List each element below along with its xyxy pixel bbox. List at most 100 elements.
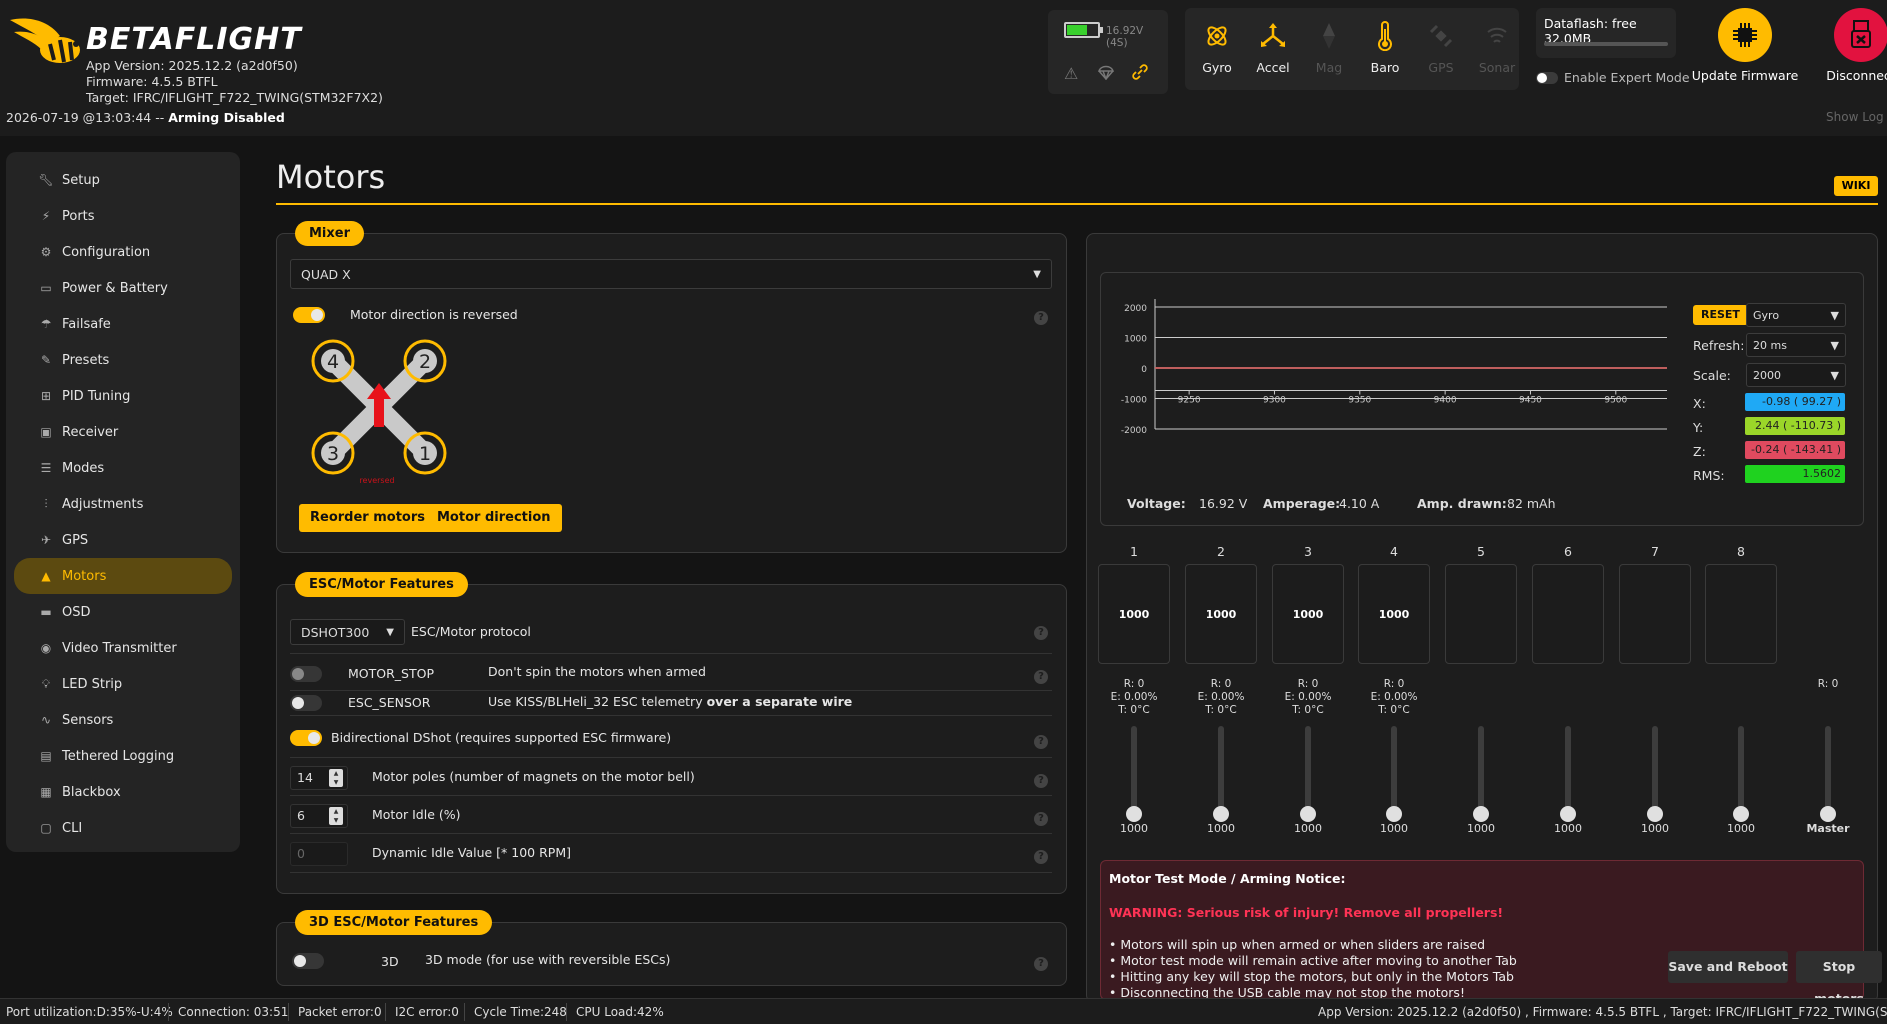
- x-tick-label: 9300: [1263, 396, 1286, 406]
- help-icon[interactable]: ?: [1034, 626, 1048, 640]
- motor-number: 4: [1390, 544, 1398, 559]
- master-slider-thumb[interactable]: [1820, 806, 1836, 822]
- help-icon[interactable]: ?: [1034, 850, 1048, 864]
- disconnect-button[interactable]: Disconnect: [1816, 6, 1887, 83]
- motor-telemetry: R: 0 E: 0.00% T: 0°C: [1370, 678, 1418, 716]
- mixer-panel: Mixer QUAD X ▼ Motor direction is reverse…: [276, 221, 1067, 553]
- motor-number: 5: [1477, 544, 1485, 559]
- esc-3d-badge: 3D ESC/Motor Features: [295, 910, 493, 935]
- notice-line: • Hitting any key will stop the motors, …: [1109, 969, 1514, 984]
- sidebar-item-motors[interactable]: ▲ Motors: [14, 558, 232, 594]
- wiki-button[interactable]: WIKI: [1834, 176, 1878, 196]
- sensor-baro: Baro: [1357, 16, 1413, 75]
- save-and-reboot-button[interactable]: Save and Reboot: [1668, 951, 1788, 983]
- motor-reversed-switch[interactable]: [293, 307, 325, 323]
- motor-slider-thumb[interactable]: [1300, 806, 1316, 822]
- usb-icon: [1834, 8, 1887, 62]
- motor-slider-track[interactable]: [1478, 726, 1484, 816]
- sidebar-item-tethered-logging[interactable]: ▤ Tethered Logging: [14, 738, 232, 774]
- rms-value-readout: 1.5602: [1745, 465, 1845, 483]
- motor-poles-input[interactable]: 14 ▲ ▼: [290, 766, 348, 790]
- help-icon[interactable]: ?: [1034, 735, 1048, 749]
- sidebar-item-ports[interactable]: ⚡︎ Ports: [14, 198, 232, 234]
- motor-direction-button[interactable]: Motor direction: [426, 504, 562, 532]
- sidebar-item-modes[interactable]: ☰ Modes: [14, 450, 232, 486]
- sidebar-item-pid-tuning[interactable]: ⊞ PID Tuning: [14, 378, 232, 414]
- motor-slider-track[interactable]: [1652, 726, 1658, 816]
- motor-slider-track[interactable]: [1131, 726, 1137, 816]
- sidebar-item-receiver[interactable]: ▣ Receiver: [14, 414, 232, 450]
- motor-slider-track[interactable]: [1391, 726, 1397, 816]
- motor-idle-input[interactable]: 6 ▲ ▼: [290, 804, 348, 828]
- accel-icon: [1261, 23, 1285, 47]
- sidebar-item-gps[interactable]: ✈ GPS: [14, 522, 232, 558]
- stop-motors-button[interactable]: Stop motors: [1796, 951, 1882, 1006]
- help-icon[interactable]: ?: [1034, 311, 1048, 325]
- motor-slider-track[interactable]: [1565, 726, 1571, 816]
- failsafe-icon: [1098, 64, 1114, 80]
- motor-slider-thumb[interactable]: [1213, 806, 1229, 822]
- help-icon[interactable]: ?: [1034, 957, 1048, 971]
- sidebar-item-osd[interactable]: ▬ OSD: [14, 594, 232, 630]
- expert-mode-toggle[interactable]: Enable Expert Mode: [1536, 70, 1690, 85]
- sidebar-item-sensors[interactable]: ∿ Sensors: [14, 702, 232, 738]
- chevron-down-icon: ▼: [386, 626, 394, 638]
- motor-slider-thumb[interactable]: [1560, 806, 1576, 822]
- sidebar-item-configuration[interactable]: ⚙ Configuration: [14, 234, 232, 270]
- sidebar-item-led-strip[interactable]: 💡︎ LED Strip: [14, 666, 232, 702]
- y-tick-label: -2000: [1121, 426, 1147, 436]
- sidebar-item-setup[interactable]: 🔧︎ Setup: [14, 162, 232, 198]
- battery-level-fill: [1067, 25, 1087, 35]
- master-slider-track[interactable]: [1825, 726, 1831, 816]
- notice-warning: WARNING: Serious risk of injury! Remove …: [1109, 905, 1504, 920]
- chevron-down-icon: ▼: [1830, 308, 1839, 322]
- sidebar-item-power-battery[interactable]: ▭ Power & Battery: [14, 270, 232, 306]
- reorder-motors-button[interactable]: Reorder motors: [299, 504, 437, 532]
- help-icon[interactable]: ?: [1034, 670, 1048, 684]
- esc-3d-switch[interactable]: [292, 953, 324, 969]
- help-icon[interactable]: ?: [1034, 774, 1048, 788]
- motor-slider-thumb[interactable]: [1126, 806, 1142, 822]
- esc-sensor-switch[interactable]: [290, 695, 322, 711]
- help-icon[interactable]: ?: [1034, 812, 1048, 826]
- esc-protocol-select[interactable]: DSHOT300 ▼: [290, 619, 405, 645]
- sonar-icon: [1487, 27, 1507, 43]
- logging-icon: ▤: [40, 749, 52, 763]
- dynamic-idle-label: Dynamic Idle Value [* 100 RPM]: [372, 845, 571, 860]
- dynamic-idle-input[interactable]: 0: [290, 842, 348, 866]
- motor-slider-thumb[interactable]: [1733, 806, 1749, 822]
- sidebar-item-presets[interactable]: ✎ Presets: [14, 342, 232, 378]
- motor-slider-track[interactable]: [1218, 726, 1224, 816]
- esc-features-badge: ESC/Motor Features: [295, 572, 468, 597]
- reset-graph-button[interactable]: RESET: [1693, 305, 1748, 325]
- show-log-link[interactable]: Show Log: [1826, 110, 1884, 124]
- sidebar-item-failsafe[interactable]: ☂ Failsafe: [14, 306, 232, 342]
- bidirectional-dshot-switch[interactable]: [290, 730, 322, 746]
- scale-select[interactable]: 2000 ▼: [1746, 363, 1846, 387]
- amperage-value: 4.10 A: [1339, 496, 1380, 511]
- motor-number: 1: [1130, 544, 1138, 559]
- motor-slider-track[interactable]: [1305, 726, 1311, 816]
- sensor-sonar: Sonar: [1469, 16, 1525, 75]
- sidebar-item-cli[interactable]: ▢ CLI: [14, 810, 232, 846]
- sidebar-item-video-transmitter[interactable]: ◉ Video Transmitter: [14, 630, 232, 666]
- graph-source-select[interactable]: Gyro ▼: [1746, 303, 1846, 327]
- sidebar-item-adjustments[interactable]: ⫶ Adjustments: [14, 486, 232, 522]
- update-firmware-button[interactable]: Update Firmware: [1690, 6, 1800, 83]
- sidebar-item-blackbox[interactable]: ▦ Blackbox: [14, 774, 232, 810]
- motor-slider-thumb[interactable]: [1473, 806, 1489, 822]
- x-axis-label: X:: [1693, 396, 1706, 411]
- master-telemetry: R: 0: [1817, 678, 1839, 690]
- expert-mode-switch[interactable]: [1536, 71, 1558, 84]
- motor-slider-thumb[interactable]: [1386, 806, 1402, 822]
- amp-drawn-label: Amp. drawn:: [1417, 496, 1507, 511]
- motor-stop-switch[interactable]: [290, 666, 322, 682]
- esc-sensor-label: ESC_SENSOR: [348, 695, 431, 710]
- x-tick-label: 9450: [1519, 396, 1542, 406]
- sensor-status-panel: Gyro Accel Mag Baro GPS Sonar: [1185, 8, 1519, 90]
- motor-slider-track[interactable]: [1738, 726, 1744, 816]
- chevron-down-icon: ▼: [1033, 268, 1041, 280]
- mixer-select[interactable]: QUAD X ▼: [290, 259, 1052, 289]
- motor-slider-thumb[interactable]: [1647, 806, 1663, 822]
- refresh-select[interactable]: 20 ms ▼: [1746, 333, 1846, 357]
